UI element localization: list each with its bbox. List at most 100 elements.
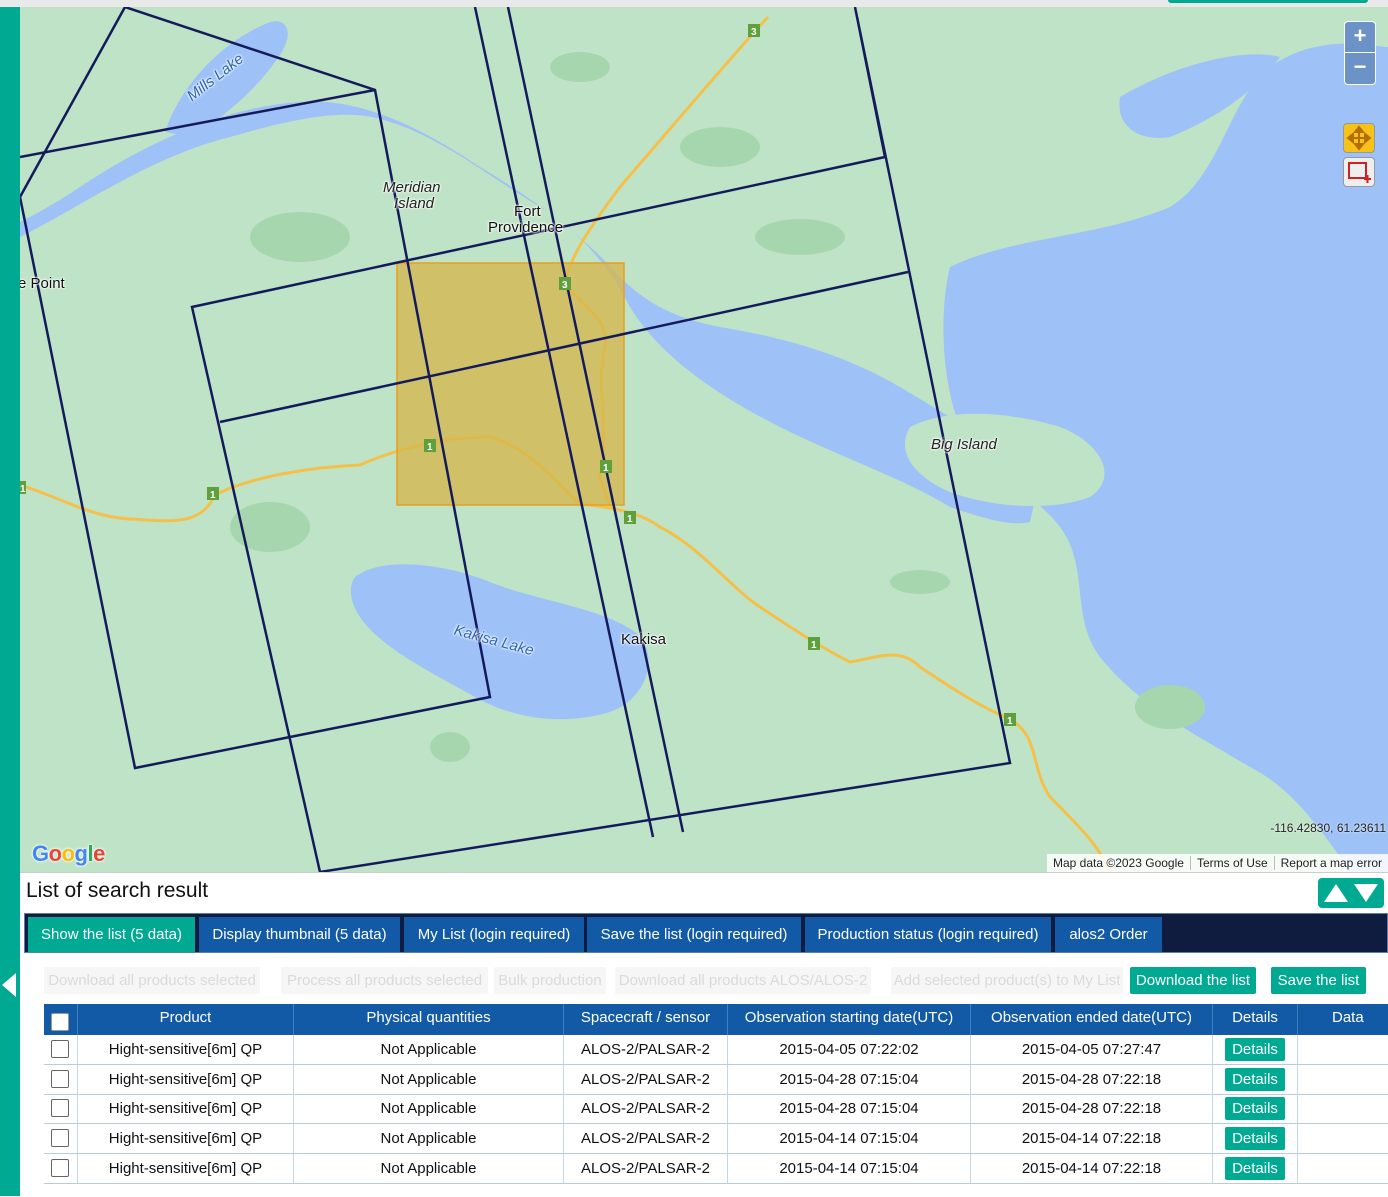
route-shield-label: 1 (811, 640, 817, 651)
map-attribution-footer: Map data ©2023 Google Terms of Use Repor… (1047, 854, 1388, 872)
row-checkbox[interactable] (51, 1099, 69, 1117)
details-button[interactable]: Details (1225, 1068, 1285, 1091)
terms-of-use-link[interactable]: Terms of Use (1189, 856, 1274, 870)
route-shield-label: 1 (210, 490, 216, 501)
download-alos-button[interactable]: Download all products ALOS/ALOS-2 (615, 967, 871, 994)
pan-tool-button[interactable] (1343, 123, 1375, 153)
big-island-label: Big Island (931, 436, 997, 453)
bulk-production-button[interactable]: Bulk production (494, 967, 606, 994)
report-map-error-link[interactable]: Report a map error (1273, 856, 1388, 870)
tab-production-status[interactable]: Production status (login required) (805, 917, 1051, 952)
map-canvas[interactable]: 3 3 1 1 1 1 1 1 1 (20, 7, 1388, 872)
cursor-coordinates: -116.42830, 61.23611 (1270, 821, 1386, 835)
save-list-button[interactable]: Save the list (1271, 967, 1366, 994)
tab-save-list[interactable]: Save the list (login required) (587, 917, 801, 952)
zoom-in-button[interactable]: + (1345, 22, 1375, 52)
forest-patch (430, 732, 470, 762)
zoom-control: + − (1344, 21, 1376, 85)
table-row: Hight-sensitive[6m] QP Not Applicable AL… (44, 1065, 1388, 1095)
select-all-checkbox[interactable] (51, 1013, 69, 1031)
sensor-cell: ALOS-2/PALSAR-2 (564, 1124, 728, 1153)
route-shield-label: 1 (627, 514, 633, 525)
google-logo: Google (32, 841, 105, 866)
end-date-cell: 2015-04-05 07:27:47 (971, 1035, 1213, 1064)
start-date-cell: 2015-04-28 07:15:04 (728, 1065, 971, 1094)
add-to-my-list-button[interactable]: Add selected product(s) to My List (891, 967, 1123, 994)
forest-patch (250, 212, 350, 262)
download-selected-button[interactable]: Download all products selected (44, 967, 260, 994)
end-date-cell: 2015-04-14 07:22:18 (971, 1124, 1213, 1153)
draw-rectangle-icon (1348, 162, 1371, 183)
row-checkbox[interactable] (51, 1159, 69, 1177)
end-date-cell: 2015-04-14 07:22:18 (971, 1154, 1213, 1183)
tab-show-list[interactable]: Show the list (5 data) (28, 917, 195, 952)
end-date-cell: 2015-04-28 07:22:18 (971, 1065, 1213, 1094)
col-product[interactable]: Product (78, 1004, 294, 1035)
draw-rectangle-tool-button[interactable] (1343, 157, 1375, 187)
product-cell: Hight-sensitive[6m] QP (78, 1154, 294, 1183)
col-spacecraft-sensor[interactable]: Spacecraft / sensor (564, 1004, 728, 1035)
sensor-cell: ALOS-2/PALSAR-2 (564, 1065, 728, 1094)
details-button[interactable]: Details (1225, 1157, 1285, 1180)
tab-my-list[interactable]: My List (login required) (404, 917, 584, 952)
zoom-out-button[interactable]: − (1345, 52, 1375, 83)
col-physical-quantities[interactable]: Physical quantities (294, 1004, 564, 1035)
route-shield-label: 3 (562, 280, 568, 291)
fort-providence-label-line1: Fort (514, 203, 541, 220)
forest-patch (680, 127, 760, 167)
table-row: Hight-sensitive[6m] QP Not Applicable AL… (44, 1035, 1388, 1065)
download-list-button[interactable]: Download the list (1130, 967, 1256, 994)
process-selected-button[interactable]: Process all products selected (281, 967, 488, 994)
details-button[interactable]: Details (1225, 1038, 1285, 1061)
results-action-bar: Download all products selected Process a… (20, 967, 1388, 995)
map-view[interactable]: 3 3 1 1 1 1 1 1 1 Mills Lake Meridian Is… (20, 7, 1388, 872)
physical-cell: Not Applicable (294, 1094, 564, 1123)
kakisa-label: Kakisa (621, 631, 667, 648)
route-shield-label: 1 (1007, 716, 1013, 727)
col-details: Details (1213, 1004, 1298, 1035)
physical-cell: Not Applicable (294, 1154, 564, 1183)
select-all-cell (44, 1004, 78, 1035)
map-data-attribution: Map data ©2023 Google (1053, 856, 1184, 870)
product-cell: Hight-sensitive[6m] QP (78, 1065, 294, 1094)
start-date-cell: 2015-04-14 07:15:04 (728, 1124, 971, 1153)
start-date-cell: 2015-04-05 07:22:02 (728, 1035, 971, 1064)
route-shield-label: 3 (751, 27, 757, 38)
row-checkbox[interactable] (51, 1129, 69, 1147)
col-observation-start[interactable]: Observation starting date(UTC) (728, 1004, 971, 1035)
sensor-cell: ALOS-2/PALSAR-2 (564, 1035, 728, 1064)
panel-resize-toggle-button[interactable] (1318, 878, 1384, 908)
tab-display-thumbnail[interactable]: Display thumbnail (5 data) (199, 917, 400, 952)
row-checkbox[interactable] (51, 1040, 69, 1058)
meridian-island-label-line1: Meridian (383, 179, 441, 196)
route-shield-label: 1 (20, 484, 26, 495)
forest-patch (890, 570, 950, 594)
point-label: e Point (20, 275, 65, 292)
product-cell: Hight-sensitive[6m] QP (78, 1124, 294, 1153)
forest-patch (755, 219, 845, 255)
col-observation-end[interactable]: Observation ended date(UTC) (971, 1004, 1213, 1035)
search-results-panel: List of search result Show the list (5 d… (20, 872, 1388, 1197)
results-title: List of search result (26, 879, 209, 902)
start-date-cell: 2015-04-14 07:15:04 (728, 1154, 971, 1183)
forest-patch (550, 52, 610, 82)
details-button[interactable]: Details (1225, 1127, 1285, 1150)
fort-providence-label-line2: Providence (488, 219, 564, 236)
end-date-cell: 2015-04-28 07:22:18 (971, 1094, 1213, 1123)
meridian-island-label-line2: Island (394, 195, 435, 212)
table-header: Product Physical quantities Spacecraft /… (44, 1004, 1388, 1035)
move-arrows-icon (1346, 125, 1372, 151)
row-checkbox[interactable] (51, 1070, 69, 1088)
sensor-cell: ALOS-2/PALSAR-2 (564, 1154, 728, 1183)
tab-alos2-order[interactable]: alos2 Order (1055, 917, 1162, 952)
route-shield-label: 1 (427, 442, 433, 453)
expand-sidebar-arrow-icon[interactable] (2, 973, 16, 997)
forest-patch (1135, 685, 1205, 729)
physical-cell: Not Applicable (294, 1065, 564, 1094)
table-row: Hight-sensitive[6m] QP Not Applicable AL… (44, 1154, 1388, 1184)
table-row: Hight-sensitive[6m] QP Not Applicable AL… (44, 1124, 1388, 1154)
left-sidebar-collapsed[interactable] (0, 7, 20, 1196)
physical-cell: Not Applicable (294, 1124, 564, 1153)
details-button[interactable]: Details (1225, 1097, 1285, 1120)
start-date-cell: 2015-04-28 07:15:04 (728, 1094, 971, 1123)
